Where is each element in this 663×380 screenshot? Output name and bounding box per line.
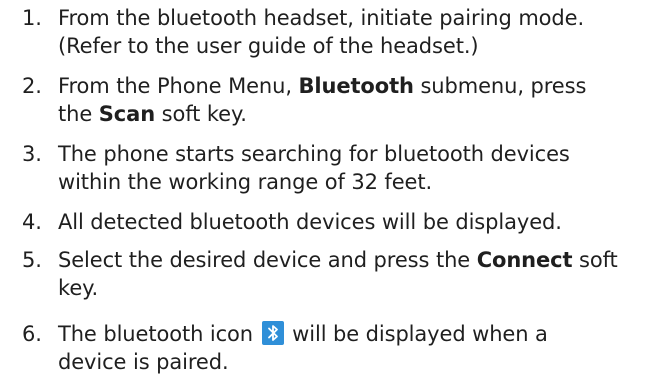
step-line: within the working range of 32 feet. — [58, 170, 433, 194]
step-line: Select the desired device and press the … — [58, 246, 658, 274]
step-line: (Refer to the user guide of the headset.… — [58, 34, 479, 58]
step-number: 2. — [22, 74, 42, 98]
step-text: From the bluetooth headset, initiate pai… — [58, 4, 658, 60]
step-line: From the Phone Menu, Bluetooth submenu, … — [58, 72, 658, 100]
step-number: 4. — [22, 210, 42, 234]
step-text-segment: From the Phone Menu, — [58, 74, 299, 98]
step-line: The bluetooth icon will be displayed whe… — [58, 320, 658, 348]
scan-softkey-label: Scan — [98, 102, 156, 126]
bluetooth-submenu-label: Bluetooth — [298, 74, 414, 98]
step-line: From the bluetooth headset, initiate pai… — [58, 6, 585, 30]
step-text-segment: Select the desired device and press the — [58, 248, 477, 272]
step-line: The phone starts searching for bluetooth… — [58, 142, 570, 166]
step-text: From the Phone Menu, Bluetooth submenu, … — [58, 72, 658, 128]
step-text-segment: submenu, press — [413, 74, 587, 98]
step-number: 6. — [22, 322, 42, 346]
step-number: 3. — [22, 142, 42, 166]
step-text-segment: soft key. — [155, 102, 247, 126]
step-number: 5. — [22, 248, 42, 272]
step-text-segment: will be displayed when a — [285, 322, 548, 346]
step-line: key. — [58, 276, 99, 300]
step-text: All detected bluetooth devices will be d… — [58, 208, 658, 236]
step-line: the Scan soft key. — [58, 100, 658, 128]
step-text-segment: soft — [572, 248, 618, 272]
step-line: All detected bluetooth devices will be d… — [58, 210, 562, 234]
bluetooth-icon — [261, 321, 284, 345]
step-number: 1. — [22, 6, 42, 30]
step-text-segment: The bluetooth icon — [58, 322, 260, 346]
step-text: The bluetooth icon will be displayed whe… — [58, 320, 658, 376]
numbered-steps-list: 1. From the bluetooth headset, initiate … — [0, 0, 663, 380]
connect-softkey-label: Connect — [476, 248, 573, 272]
step-text: Select the desired device and press the … — [58, 246, 658, 302]
step-text-segment: the — [58, 102, 99, 126]
step-line: device is paired. — [58, 350, 229, 374]
step-text: The phone starts searching for bluetooth… — [58, 140, 658, 196]
